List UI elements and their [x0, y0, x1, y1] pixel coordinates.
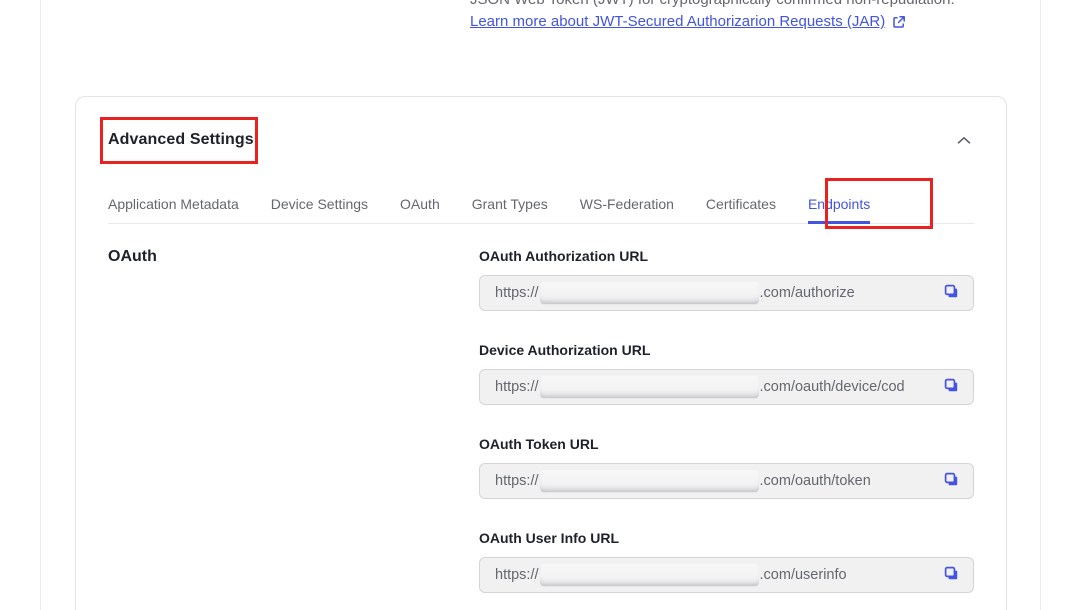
url-prefix: https://: [495, 379, 539, 395]
url-readonly-box: https:// .com/userinfo: [479, 557, 974, 593]
field-device-authorization-url: Device Authorization URL https:// .com/o…: [479, 341, 974, 405]
field-oauth-authorization-url: OAuth Authorization URL https:// .com/au…: [479, 247, 974, 311]
collapse-card-button[interactable]: [955, 131, 973, 150]
redacted-tenant-domain: [540, 564, 759, 586]
right-guide-line: [1040, 0, 1041, 610]
copy-button[interactable]: [943, 283, 960, 303]
field-oauth-token-url: OAuth Token URL https:// .com/oauth/toke…: [479, 435, 974, 499]
chevron-up-icon: [957, 133, 971, 148]
url-readonly-box: https:// .com/oauth/token: [479, 463, 974, 499]
copy-icon: [943, 283, 960, 303]
field-label: OAuth Authorization URL: [479, 247, 974, 265]
url-suffix: .com/oauth/token: [760, 473, 871, 489]
oauth-section-title: OAuth: [108, 247, 479, 267]
copy-icon: [943, 471, 960, 491]
copy-icon: [943, 377, 960, 397]
url-readonly-box: https:// .com/oauth/device/cod: [479, 369, 974, 405]
copy-button[interactable]: [943, 377, 960, 397]
copy-button[interactable]: [943, 565, 960, 585]
tab-grant-types[interactable]: Grant Types: [472, 195, 548, 223]
tab-oauth[interactable]: OAuth: [400, 195, 440, 223]
field-label: OAuth Token URL: [479, 435, 974, 453]
url-prefix: https://: [495, 285, 539, 301]
external-link-icon: [892, 15, 906, 29]
redacted-tenant-domain: [540, 282, 759, 304]
redacted-tenant-domain: [540, 470, 759, 492]
url-prefix: https://: [495, 473, 539, 489]
field-label: OAuth User Info URL: [479, 529, 974, 547]
tab-device-settings[interactable]: Device Settings: [271, 195, 368, 223]
url-prefix: https://: [495, 567, 539, 583]
url-readonly-box: https:// .com/authorize: [479, 275, 974, 311]
copy-icon: [943, 565, 960, 585]
settings-tab-bar: Application Metadata Device Settings OAu…: [108, 195, 974, 224]
field-label: Device Authorization URL: [479, 341, 974, 359]
advanced-settings-card: Advanced Settings Application Metadata D…: [75, 96, 1007, 610]
left-guide-line: [40, 0, 41, 610]
jar-learn-more-link[interactable]: Learn more about JWT-Secured Authorizari…: [470, 13, 885, 31]
card-header: Advanced Settings: [76, 97, 1006, 150]
jwt-description-text: JSON Web Token (JWT) for cryptographical…: [470, 0, 955, 10]
field-oauth-user-info-url: OAuth User Info URL https:// .com/userin…: [479, 529, 974, 593]
jwt-intro-block: JSON Web Token (JWT) for cryptographical…: [470, 0, 955, 31]
endpoints-panel: OAuth OAuth Authorization URL https:// .…: [76, 224, 1006, 610]
url-suffix: .com/userinfo: [760, 567, 847, 583]
redacted-tenant-domain: [540, 376, 759, 398]
advanced-settings-title: Advanced Settings: [108, 130, 254, 150]
tab-endpoints[interactable]: Endpoints: [808, 195, 870, 223]
tab-application-metadata[interactable]: Application Metadata: [108, 195, 239, 223]
tab-ws-federation[interactable]: WS-Federation: [580, 195, 674, 223]
url-suffix: .com/authorize: [760, 285, 855, 301]
tab-certificates[interactable]: Certificates: [706, 195, 776, 223]
copy-button[interactable]: [943, 471, 960, 491]
url-suffix: .com/oauth/device/cod: [760, 379, 905, 395]
